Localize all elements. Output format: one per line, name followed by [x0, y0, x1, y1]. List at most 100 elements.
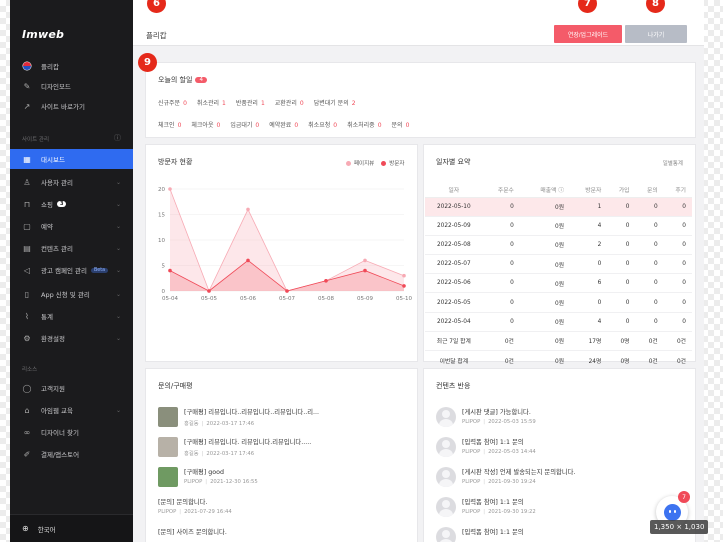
today-stat[interactable]: 교환관리 0 — [275, 98, 304, 107]
sidebar-item-label: 광고 캠페인 관리 — [41, 267, 87, 275]
today-stat[interactable]: 취소처리중 0 — [347, 120, 381, 129]
list-item-date: 2022-05-03 14:44 — [488, 449, 536, 455]
table-cell: 0 — [482, 216, 520, 236]
list-item[interactable]: [입력폼 참여] 1:1 문의 PLIPOP | 2022-05-03 14:44 — [436, 437, 536, 467]
data-point-1-2 — [246, 258, 250, 263]
sidebar-item-settings[interactable]: ⚙ 환경설정 ⌄ — [10, 328, 133, 348]
sidebar-item-shopping[interactable]: ⊓ 쇼핑 3 ⌄ — [10, 194, 133, 214]
sidebar-item-support[interactable]: ◯ 고객지원 — [10, 378, 133, 398]
today-stat-label: 입금대기 — [230, 122, 253, 129]
today-stat[interactable]: 예약완료 0 — [269, 120, 298, 129]
today-stat-value: 1 — [260, 100, 265, 107]
daily-stats-link[interactable]: 일별통계 — [663, 159, 683, 167]
table-cell: 17명 — [570, 331, 608, 352]
pen-icon: ✐ — [23, 449, 31, 459]
table-cell: 0 — [663, 273, 692, 294]
list-item[interactable]: [문의] 문의합니다. PLIPOP | 2021-07-29 16:44 — [158, 497, 232, 527]
sidebar-section-resources: 리소스 — [22, 367, 38, 373]
sidebar-item-content[interactable]: ▤ 컨텐츠 관리 ⌄ — [10, 238, 133, 258]
today-stat-value: 0 — [405, 122, 410, 129]
chevron-down-icon: ⌄ — [115, 178, 121, 186]
table-header: 방문자 — [570, 183, 608, 198]
meta-separator: | — [205, 479, 208, 485]
info-icon[interactable]: ⓘ — [114, 133, 121, 143]
list-item-author: PLIPOP — [462, 479, 481, 485]
list-item[interactable]: [구매평] good PLIPOP | 2021-12-30 16:55 — [158, 467, 258, 497]
today-stat[interactable]: 체크인 0 — [158, 120, 181, 129]
language-label: 한국어 — [37, 525, 56, 534]
inquiries-title: 문의/구매평 — [158, 382, 193, 390]
today-stat-value: 0 — [294, 122, 299, 129]
list-item-author: 홍길동 — [184, 451, 199, 457]
sidebar-item-design-mode[interactable]: ✎ 디자인모드 — [10, 76, 133, 96]
sidebar-item-app[interactable]: ▯ App 신청 및 관리 ⌄ — [10, 284, 133, 304]
table-cell: 0 — [570, 254, 608, 275]
sidebar-item-education[interactable]: ⌂ 아임웹 교육 ⌄ — [10, 400, 133, 420]
sidebar-item-users[interactable]: ♙ 사용자 관리 ⌄ — [10, 172, 133, 192]
meta-separator: | — [201, 451, 204, 457]
list-item[interactable]: [게시판 댓글] 가능합니다. PLIPOP | 2022-05-03 15:59 — [436, 407, 536, 437]
table-cell: 0명 — [607, 331, 636, 352]
education-icon: ⌂ — [24, 405, 30, 415]
table-cell: 0 — [570, 292, 608, 313]
table-header: 매출액 ⓘ — [519, 183, 571, 198]
sidebar-item-dashboard[interactable]: ▦ 대시보드 — [10, 149, 133, 169]
list-item-date: 2022-03-17 17:46 — [206, 421, 255, 427]
daily-summary-table: 일자 주문수 매출액 ⓘ 방문자 가입 문의 후기 2022-05-10 0 0원 1 0 0 0 202… — [425, 183, 692, 371]
today-stat[interactable]: 반품관리 1 — [236, 98, 265, 107]
user-icon: ♙ — [23, 177, 31, 187]
today-stat[interactable]: 체크아웃 0 — [191, 120, 220, 129]
inquiries-card: 문의/구매평 [구매평] 리뷰입니다..리뷰입니다..리뷰입니다..리... 홍길… — [145, 368, 418, 542]
today-stat[interactable]: 취소관리 1 — [197, 98, 226, 107]
today-stat-label: 취소관리 — [196, 100, 220, 107]
list-item[interactable]: [게시판 작성] 언제 발송되는지 문의합니다. PLIPOP | 2021-09-3… — [436, 467, 575, 497]
sidebar-item-ad-campaign[interactable]: ◁ 광고 캠페인 관리 Beta ⌄ — [10, 260, 133, 280]
list-item-meta: 홍길동 | 2022-03-17 17:46 — [184, 449, 311, 457]
chevron-down-icon: ⌄ — [115, 406, 121, 414]
list-item[interactable]: [입력폼 참여] 1:1 문의 PLIPOP | 2021-09-30 19:22 — [436, 497, 536, 527]
brush-icon: ✎ — [23, 81, 31, 91]
table-row: 2022-05-05 0 0원 0 0 0 0 — [425, 292, 692, 313]
today-stat[interactable]: 입금대기 0 — [230, 120, 259, 129]
table-cell: 0 — [607, 197, 636, 217]
table-row: 최근 7일 합계 0건 0원 17명 0명 0건 0건 — [425, 331, 692, 352]
list-item-text: [입력폼 참여] 1:1 문의 PLIPOP | 2022-05-03 14:44 — [462, 437, 536, 455]
list-item[interactable]: [문의] 사이즈 문의합니다. — [158, 527, 227, 542]
sidebar-item-visit-site[interactable]: ↗ 사이트 바로가기 — [10, 96, 133, 116]
data-point-0-6 — [402, 273, 406, 278]
list-item[interactable]: [구매평] 리뷰입니다. 리뷰입니다.리뷰입니다..... 홍길동 | 2022-03… — [158, 437, 311, 467]
exit-button[interactable]: 나가기 — [625, 25, 687, 43]
sidebar-item-site[interactable]: 플리캅 — [10, 56, 133, 76]
today-stat[interactable]: 답변대기 문의 2 — [314, 98, 356, 107]
today-stat-value: 0 — [216, 122, 221, 129]
today-stat-value: 0 — [177, 122, 182, 129]
list-item-title: [구매평] good — [184, 469, 224, 476]
table-cell: 0건 — [635, 350, 664, 371]
visitors-card: 방문자 현황 페이지뷰 방문자 0 5 10 15 20 05-04 05-05 05-06 0… — [145, 144, 418, 362]
logo[interactable]: Imweb — [22, 28, 64, 41]
today-stat[interactable]: 취소요청 0 — [308, 120, 337, 129]
language-selector[interactable]: ⊕ 한국어 — [10, 514, 133, 542]
today-stat[interactable]: 문의 0 — [392, 120, 410, 129]
table-cell: 0 — [482, 254, 520, 275]
table-cell: 0건 — [635, 331, 664, 352]
table-cell: 0원 — [519, 235, 571, 256]
today-stat[interactable]: 신규주문 0 — [158, 98, 187, 107]
upgrade-button[interactable]: 연장/업그레이드 — [554, 25, 622, 43]
data-point-1-0 — [168, 268, 172, 273]
sidebar-item-payment-appstore[interactable]: ✐ 결제/앱스토어 — [10, 444, 133, 464]
list-item[interactable]: [입력폼 참여] 1:1 문의 — [436, 527, 524, 542]
data-point-1-5 — [363, 268, 367, 273]
daily-summary-title: 일자별 요약 — [436, 158, 471, 166]
table-cell: 이번달 합계 — [425, 350, 483, 371]
sidebar-item-find-designer[interactable]: ∞ 디자이너 찾기 — [10, 422, 133, 442]
list-item[interactable]: [구매평] 리뷰입니다..리뷰입니다..리뷰입니다..리... 홍길동 | 2022-… — [158, 407, 319, 437]
sidebar-item-stats[interactable]: ⌇ 통계 ⌄ — [10, 306, 133, 326]
content-response-title: 컨텐츠 반응 — [436, 382, 471, 390]
today-stat-value: 0 — [377, 122, 382, 129]
table-cell: 0 — [482, 312, 520, 332]
table-cell: 0 — [663, 235, 692, 256]
sidebar-item-reservation[interactable]: ▢ 예약 ⌄ — [10, 216, 133, 236]
today-stats-row-2: 체크인 0 체크아웃 0 입금대기 0 예약완료 0 취소요청 0 취소처리중 0 문의 0 — [158, 120, 419, 129]
list-item-text: [게시판 작성] 언제 발송되는지 문의합니다. PLIPOP | 2021-09-3… — [462, 467, 575, 485]
